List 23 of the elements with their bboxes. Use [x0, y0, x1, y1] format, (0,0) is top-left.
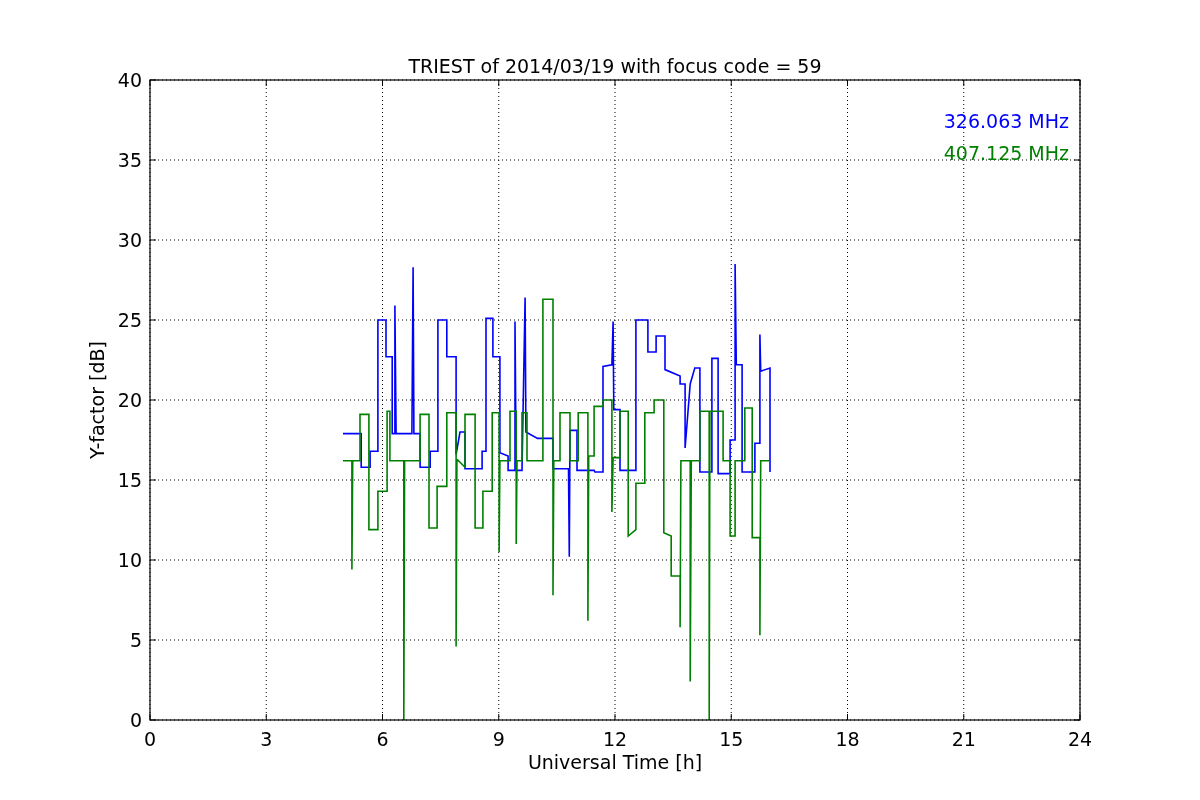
legend-label: 326.063 MHz [943, 110, 1069, 132]
x-tick-label: 12 [602, 728, 628, 750]
x-tick-label: 0 [143, 728, 157, 750]
x-tick-label: 3 [260, 728, 273, 750]
y-tick-label: 0 [129, 709, 142, 731]
y-tick-label: 10 [117, 549, 142, 571]
legend-label: 407.125 MHz [943, 142, 1069, 164]
y-tick-label: 15 [117, 469, 142, 491]
x-tick-label: 18 [835, 728, 860, 750]
y-tick-label: 25 [117, 309, 142, 331]
x-tick-label: 9 [492, 728, 505, 750]
x-tick-label: 6 [376, 728, 389, 750]
y-tick-label: 5 [129, 629, 142, 651]
y-tick-label: 20 [117, 389, 142, 411]
y-axis-label: Y-factor [dB] [86, 341, 108, 459]
y-tick-label: 40 [117, 69, 142, 91]
x-axis-label: Universal Time [h] [527, 751, 703, 773]
chart-title: TRIEST of 2014/03/19 with focus code = 59 [408, 55, 822, 77]
x-tick-label: 21 [951, 728, 976, 750]
x-tick-label: 24 [1067, 728, 1093, 750]
y-tick-label: 35 [117, 149, 142, 171]
x-tick-label: 15 [719, 728, 744, 750]
y-tick-label: 30 [117, 229, 142, 251]
